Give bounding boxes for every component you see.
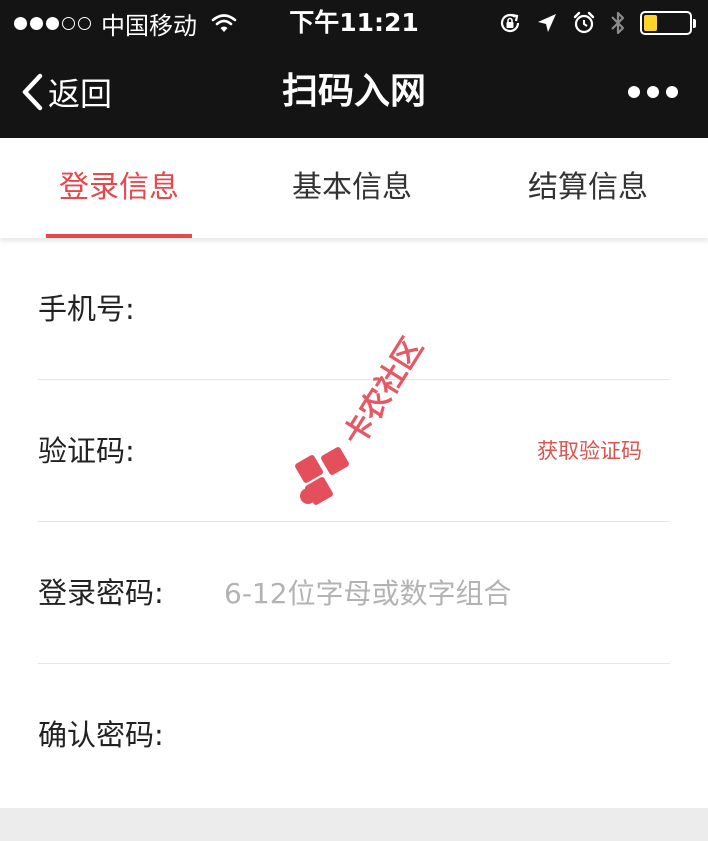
password-input[interactable] [224, 568, 664, 618]
battery-icon [640, 11, 696, 35]
wifi-icon [211, 14, 237, 32]
tab-basic-info[interactable]: 基本信息 [272, 138, 432, 238]
signal-dot [14, 16, 27, 30]
confirm-password-row: 确认密码: [38, 664, 670, 806]
phone-label: 手机号: [38, 292, 135, 326]
signal-dot [62, 16, 75, 30]
signal-dot [46, 16, 59, 30]
bluetooth-icon [611, 11, 625, 35]
carrier-name: 中国移动 [101, 11, 197, 40]
code-row: 验证码: 获取验证码 [38, 380, 670, 522]
tab-login-info[interactable]: 登录信息 [46, 138, 192, 238]
more-dot [628, 86, 640, 98]
signal-dot [30, 16, 43, 30]
confirm-password-input[interactable] [224, 710, 664, 760]
chevron-left-icon [22, 73, 43, 111]
rotation-lock-icon [500, 13, 520, 33]
phone-row: 手机号: [38, 238, 670, 380]
more-dot [647, 86, 659, 98]
signal-dot [78, 16, 91, 30]
get-code-button[interactable]: 获取验证码 [537, 380, 642, 522]
back-label: 返回 [48, 75, 113, 113]
status-right [498, 0, 696, 46]
back-button[interactable]: 返回 [20, 46, 112, 138]
tab-bar: 登录信息 基本信息 结算信息 [0, 138, 708, 238]
location-arrow-icon [538, 14, 556, 32]
status-bar: 中国移动 下午11:21 [0, 0, 708, 46]
signal-strength-icon [14, 16, 91, 30]
phone-input[interactable] [158, 284, 658, 334]
nav-bar: 返回 扫码入网 [0, 46, 708, 138]
alarm-clock-icon [573, 11, 595, 34]
code-input[interactable] [158, 426, 498, 476]
code-label: 验证码: [38, 434, 135, 468]
more-dot [666, 86, 678, 98]
confirm-password-label: 确认密码: [38, 718, 164, 752]
bottom-area [0, 808, 708, 841]
login-info-form: 手机号: 验证码: 获取验证码 登录密码: 确认密码: [0, 238, 708, 808]
password-label: 登录密码: [38, 576, 164, 610]
tab-settlement-info[interactable]: 结算信息 [508, 138, 668, 238]
active-tab-indicator [46, 234, 192, 238]
password-row: 登录密码: [38, 522, 670, 664]
status-left: 中国移动 [14, 0, 237, 46]
battery-level [644, 15, 658, 31]
more-dots-icon[interactable] [628, 46, 678, 138]
